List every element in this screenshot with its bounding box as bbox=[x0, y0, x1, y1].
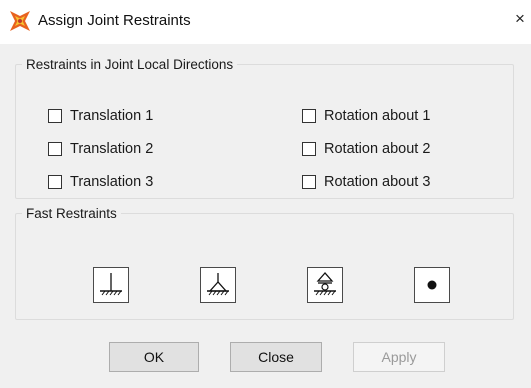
rotation-2-checkbox[interactable]: Rotation about 2 bbox=[302, 141, 430, 157]
roller-support-icon bbox=[314, 272, 336, 296]
translation-3-checkbox[interactable]: Translation 3 bbox=[48, 174, 153, 190]
translation-1-checkbox[interactable]: Translation 1 bbox=[48, 108, 153, 124]
fixed-support-icon bbox=[100, 273, 122, 296]
rotation-3-label: Rotation about 3 bbox=[324, 174, 431, 190]
free-joint-icon bbox=[427, 280, 437, 290]
translation-2-label: Translation 2 bbox=[70, 141, 154, 157]
fixed-support-button[interactable] bbox=[93, 267, 129, 303]
free-joint-button[interactable] bbox=[414, 267, 450, 303]
roller-support-button[interactable] bbox=[307, 267, 343, 303]
checkbox-box[interactable] bbox=[48, 109, 62, 123]
checkbox-box[interactable] bbox=[302, 109, 316, 123]
rotation-2-label: Rotation about 2 bbox=[324, 141, 431, 157]
restraints-group-legend: Restraints in Joint Local Directions bbox=[26, 57, 234, 72]
close-window-button[interactable]: × bbox=[515, 9, 525, 29]
translation-3-label: Translation 3 bbox=[70, 174, 154, 190]
checkbox-box[interactable] bbox=[48, 175, 62, 189]
rotation-1-label: Rotation about 1 bbox=[324, 108, 431, 124]
checkbox-box[interactable] bbox=[302, 142, 316, 156]
rotation-3-checkbox[interactable]: Rotation about 3 bbox=[302, 174, 430, 190]
restraint-app-icon bbox=[10, 11, 30, 31]
checkbox-box[interactable] bbox=[48, 142, 62, 156]
close-button[interactable]: Close bbox=[230, 342, 322, 372]
apply-button[interactable]: Apply bbox=[353, 342, 445, 372]
restraints-group: Restraints in Joint Local Directions Tra… bbox=[15, 57, 514, 199]
title-bar: Assign Joint Restraints × bbox=[0, 0, 531, 44]
pinned-support-icon bbox=[207, 273, 229, 296]
translation-1-label: Translation 1 bbox=[70, 108, 154, 124]
rotation-1-checkbox[interactable]: Rotation about 1 bbox=[302, 108, 430, 124]
translation-2-checkbox[interactable]: Translation 2 bbox=[48, 141, 153, 157]
checkbox-box[interactable] bbox=[302, 175, 316, 189]
dialog-body: Restraints in Joint Local Directions Tra… bbox=[0, 44, 531, 388]
window-title: Assign Joint Restraints bbox=[38, 12, 191, 29]
fast-restraints-group: Fast Restraints bbox=[15, 206, 514, 320]
fast-restraints-legend: Fast Restraints bbox=[26, 206, 117, 221]
ok-button[interactable]: OK bbox=[109, 342, 199, 372]
pinned-support-button[interactable] bbox=[200, 267, 236, 303]
